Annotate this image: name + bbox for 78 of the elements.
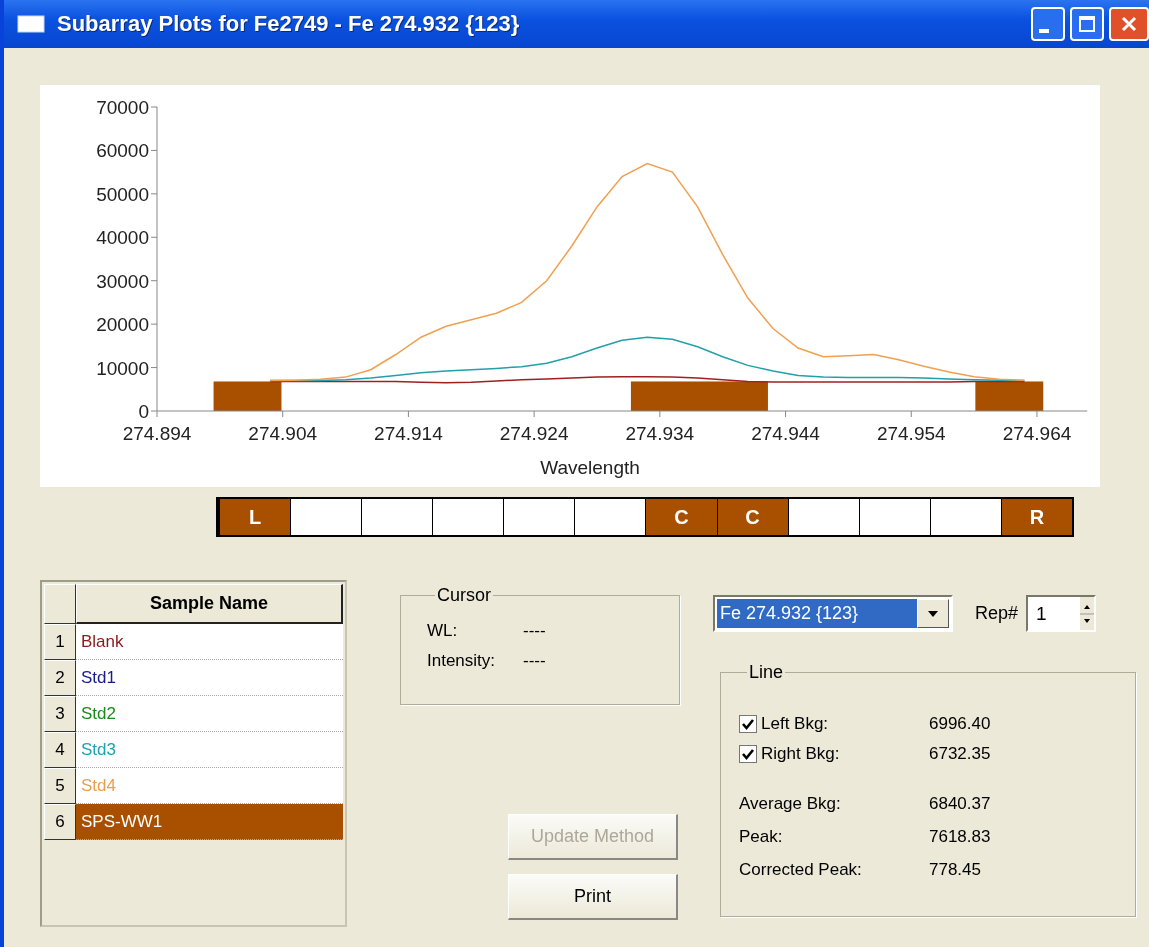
y-tick-label: 60000	[96, 140, 149, 162]
pixel-cell[interactable]	[575, 499, 646, 535]
pixel-cell[interactable]	[291, 499, 362, 535]
sample-name-cell[interactable]: Std1	[76, 660, 343, 696]
sample-name: Std3	[81, 739, 116, 760]
pixel-cell[interactable]	[859, 499, 930, 535]
x-axis-title: Wavelength	[540, 457, 640, 478]
maximize-icon	[1078, 15, 1096, 33]
field-label: Peak:	[739, 826, 784, 847]
x-tick-label: 274.964	[1002, 423, 1072, 444]
pixel-cell[interactable]	[788, 499, 859, 535]
sample-name-cell[interactable]: SPS-WW1	[76, 804, 343, 840]
checkbox[interactable]	[739, 715, 757, 733]
window-title: Subarray Plots for Fe2749 - Fe 274.932 {123}	[57, 11, 521, 37]
field-value: ----	[523, 651, 546, 671]
field-label: Corrected Peak:	[739, 859, 863, 880]
checkbox[interactable]	[739, 745, 757, 763]
sample-name: Std1	[81, 667, 116, 688]
row-number[interactable]: 3	[44, 696, 76, 732]
field-value: 6840.37	[929, 793, 992, 814]
y-tick-label: 50000	[96, 183, 149, 205]
sample-name: Blank	[81, 631, 124, 652]
x-tick-label: 274.894	[122, 423, 192, 444]
sample-name: SPS-WW1	[81, 811, 163, 832]
group-title: Cursor	[436, 585, 492, 606]
pixel-cell[interactable]	[504, 499, 575, 535]
y-tick-label: 40000	[96, 227, 149, 249]
pixel-cell[interactable]: C	[717, 499, 788, 535]
minimize-button[interactable]	[1031, 7, 1065, 41]
field-value: 6996.40	[929, 714, 992, 734]
field-value: 778.45	[929, 859, 982, 880]
rep-label: Rep#	[975, 603, 1019, 624]
pixel-cell[interactable]	[362, 499, 433, 535]
row-number[interactable]: 6	[44, 804, 76, 840]
y-tick-label: 0	[138, 401, 149, 422]
column-header[interactable]: Sample Name	[76, 584, 343, 624]
y-tick-label: 30000	[96, 270, 149, 292]
sample-name: Std2	[81, 703, 116, 724]
caret-icon	[927, 609, 939, 618]
row-number[interactable]: 1	[44, 624, 76, 660]
field-value: ----	[523, 621, 546, 641]
row-number[interactable]: 4	[44, 732, 76, 768]
sample-name: Std4	[81, 775, 116, 796]
maximize-button[interactable]	[1070, 7, 1104, 41]
pixel-cell[interactable]: C	[646, 499, 717, 535]
action-button[interactable]: Print	[508, 874, 678, 920]
corner-cell	[44, 584, 76, 624]
pixel-cell[interactable]	[930, 499, 1001, 535]
y-tick-label: 70000	[96, 97, 149, 118]
window-icon	[17, 15, 45, 33]
group-title: Line	[748, 662, 785, 683]
pixel-cell[interactable]	[433, 499, 504, 535]
close-icon	[1120, 15, 1138, 33]
field-value: 6732.35	[929, 744, 992, 764]
field-value: 7618.83	[929, 826, 992, 847]
x-tick-label: 274.904	[248, 423, 318, 444]
y-tick-label: 10000	[96, 357, 149, 379]
checkbox-label[interactable]: Left Bkg:	[761, 714, 929, 734]
x-tick-label: 274.924	[499, 423, 569, 444]
y-tick-label: 20000	[96, 314, 149, 336]
minimize-icon	[1039, 29, 1049, 33]
x-tick-label: 274.914	[374, 423, 443, 444]
x-tick-label: 274.954	[876, 423, 946, 444]
sample-name-cell[interactable]: Blank	[76, 624, 343, 660]
close-button[interactable]	[1109, 7, 1149, 41]
field-label: WL:	[427, 621, 459, 641]
row-number[interactable]: 5	[44, 768, 76, 804]
pixel-cell[interactable]: L	[220, 499, 291, 535]
line-dropdown[interactable]: Fe 274.932 {123}	[713, 595, 953, 632]
row-number[interactable]: 2	[44, 660, 76, 696]
pixel-cell[interactable]: R	[1001, 499, 1072, 535]
sample-name-cell[interactable]: Std2	[76, 696, 343, 732]
checkbox-label[interactable]: Right Bkg:	[761, 744, 929, 764]
field-label: Intensity:	[427, 651, 497, 671]
rep-spinner[interactable]: 1	[1026, 595, 1097, 632]
x-tick-label: 274.934	[625, 423, 695, 444]
field-label: Average Bkg:	[739, 793, 842, 814]
x-tick-label: 274.944	[751, 423, 820, 444]
